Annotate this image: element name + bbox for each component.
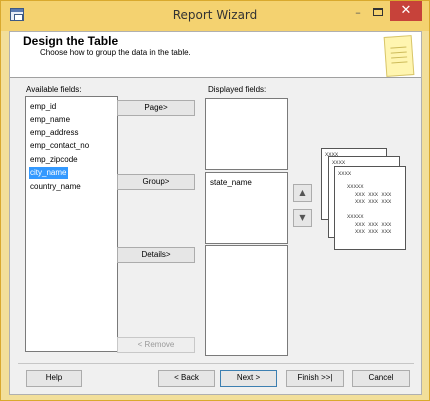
page-button[interactable]: Page> <box>117 100 195 116</box>
preview-text: XXX XXX XXX <box>355 191 392 198</box>
finish-button[interactable]: Finish >>| <box>286 370 344 387</box>
cancel-button[interactable]: Cancel <box>352 370 410 387</box>
list-item[interactable]: emp_id <box>29 101 58 113</box>
report-wizard-window: Report Wizard – ✕ Design the Table Choos… <box>0 0 430 401</box>
preview-text: XXXX <box>332 159 346 166</box>
maximize-icon <box>373 8 383 16</box>
notepad-icon <box>383 35 415 77</box>
group-fields-list[interactable]: state_name <box>205 172 288 244</box>
details-fields-list[interactable] <box>205 245 288 356</box>
help-button[interactable]: Help <box>26 370 82 387</box>
list-item[interactable]: state_name <box>209 177 254 189</box>
close-button[interactable]: ✕ <box>390 1 422 21</box>
group-button[interactable]: Group> <box>117 174 195 190</box>
preview-text: XXX XXX XXX <box>355 221 392 228</box>
page-fields-list[interactable] <box>205 98 288 170</box>
available-fields-list[interactable]: emp_id emp_name emp_address emp_contact_… <box>25 96 118 352</box>
next-button[interactable]: Next > <box>220 370 277 387</box>
page-subtitle: Choose how to group the data in the tabl… <box>40 48 191 57</box>
wizard-header: Design the Table Choose how to group the… <box>10 32 421 78</box>
minimize-button[interactable]: – <box>349 7 367 21</box>
move-down-button[interactable]: ▼ <box>293 209 312 227</box>
preview-text: XXX XXX XXX <box>355 228 392 235</box>
remove-button[interactable]: < Remove <box>117 337 195 353</box>
maximize-button[interactable] <box>369 2 387 22</box>
details-button[interactable]: Details> <box>117 247 195 263</box>
footer-separator <box>18 363 414 364</box>
preview-text: XXX XXX XXX <box>355 198 392 205</box>
move-up-button[interactable]: ▲ <box>293 184 312 202</box>
back-button[interactable]: < Back <box>158 370 215 387</box>
preview-text: XXXXX <box>347 183 364 190</box>
list-item[interactable]: emp_contact_no <box>29 140 91 152</box>
preview-text: XXXX <box>338 170 352 177</box>
list-item[interactable]: emp_name <box>29 114 72 126</box>
displayed-fields-label: Displayed fields: <box>208 85 267 94</box>
preview-text: XXXXX <box>347 213 364 220</box>
page-title: Design the Table <box>23 34 119 48</box>
title-bar[interactable]: Report Wizard – ✕ <box>1 1 429 31</box>
available-fields-label: Available fields: <box>26 85 82 94</box>
wizard-body: Design the Table Choose how to group the… <box>9 31 422 395</box>
list-item[interactable]: emp_address <box>29 127 80 139</box>
list-item[interactable]: emp_zipcode <box>29 154 80 166</box>
preview-sheet-front: XXXX XXXXX XXX XXX XXX XXX XXX XXX XXXXX… <box>334 166 406 250</box>
list-item[interactable]: country_name <box>29 181 83 193</box>
list-item-selected[interactable]: city_name <box>29 167 69 179</box>
